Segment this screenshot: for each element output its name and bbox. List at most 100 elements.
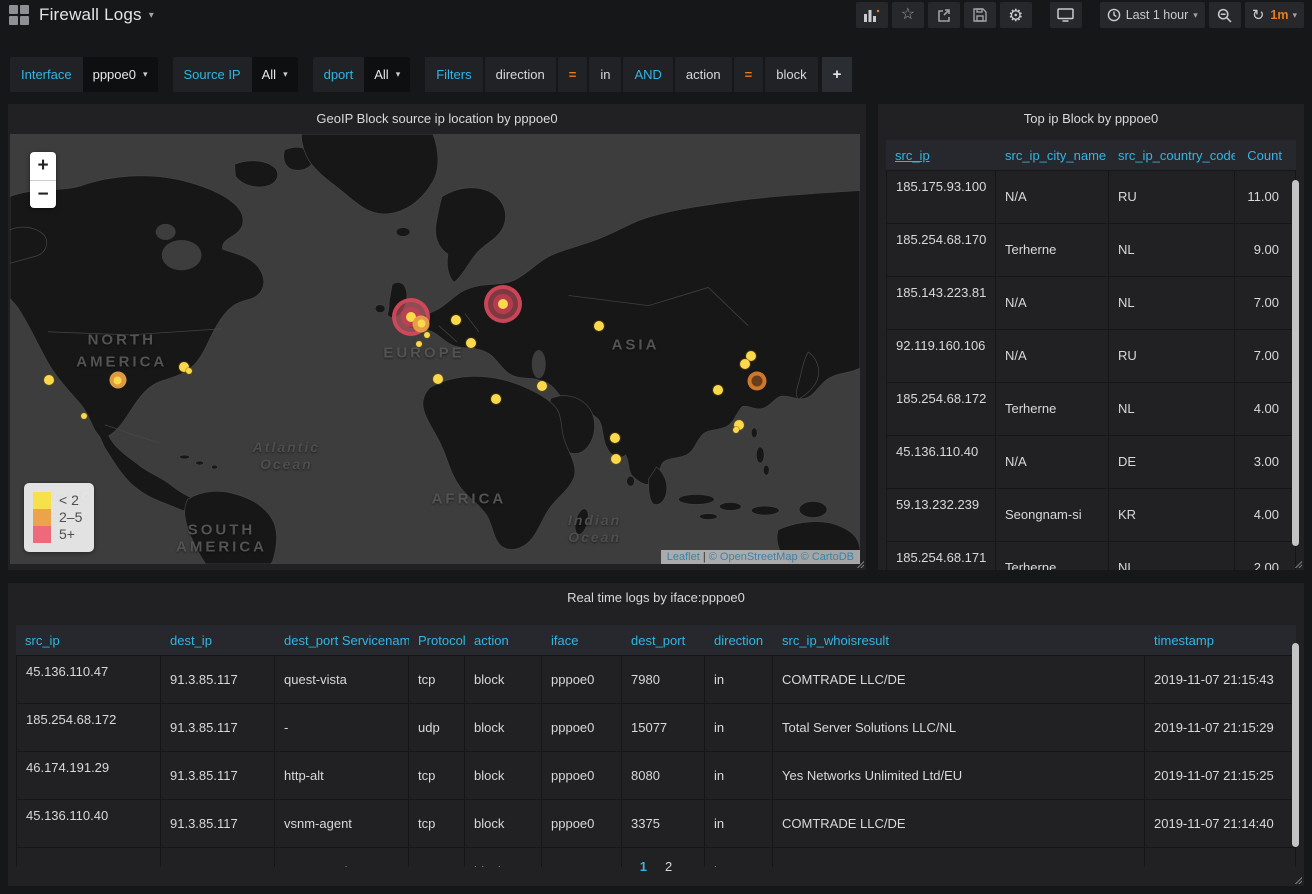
logs-panel-title[interactable]: Real time logs by iface:pppoe0 [8, 583, 1304, 611]
refresh-picker[interactable]: ↻ 1m ▾ [1245, 2, 1304, 28]
map-marker-low[interactable] [594, 321, 604, 331]
table-cell: 9.00 [1235, 224, 1296, 276]
map-panel-title[interactable]: GeoIP Block source ip location by pppoe0 [8, 104, 866, 132]
map-marker-low[interactable] [491, 394, 501, 404]
share-button[interactable] [928, 2, 960, 28]
table-cell: 15077 [622, 704, 705, 751]
dashboard-title-caret-icon[interactable]: ▾ [149, 10, 154, 21]
table-cell: pppoe0 [542, 800, 622, 847]
map-marker-low[interactable] [186, 368, 192, 374]
leaflet-link[interactable]: Leaflet [667, 551, 700, 563]
map-marker-high[interactable] [484, 285, 522, 323]
tv-mode-button[interactable] [1050, 2, 1082, 28]
dport-select[interactable]: All ▾ [364, 57, 410, 92]
filter-token-op[interactable]: = [734, 57, 764, 92]
monitor-icon [1057, 8, 1074, 22]
dashboards-grid-icon[interactable] [9, 5, 29, 25]
column-header[interactable]: src_ip [886, 140, 996, 170]
page-link-1[interactable]: 1 [640, 859, 647, 874]
map-marker-low[interactable] [466, 338, 476, 348]
map-zoom-in-button[interactable]: + [30, 152, 56, 180]
time-range-picker[interactable]: Last 1 hour ▾ [1100, 2, 1205, 28]
column-header[interactable]: dest_port Servicename [275, 625, 409, 655]
column-header[interactable]: src_ip_whoisresult [773, 625, 1145, 655]
map-marker-low[interactable] [713, 385, 723, 395]
table-cell: 7.00 [1235, 330, 1296, 382]
gear-icon: ⚙ [1008, 7, 1023, 24]
legend-row: < 2 [33, 492, 82, 509]
scrollbar-thumb[interactable] [1292, 180, 1299, 546]
column-header[interactable]: src_ip [16, 625, 161, 655]
map-marker-low[interactable] [611, 454, 621, 464]
source-ip-select[interactable]: All ▾ [252, 57, 298, 92]
table-cell: NL [1109, 277, 1235, 329]
map-marker-low[interactable] [610, 433, 620, 443]
map-marker-low[interactable] [81, 413, 87, 419]
filter-token-op[interactable]: = [558, 57, 588, 92]
map-marker-low[interactable] [451, 315, 461, 325]
add-filter-button[interactable]: + [822, 57, 853, 92]
map-marker-low[interactable] [537, 381, 547, 391]
navbar-actions: ☆ ⚙ Last 1 hour ▾ [852, 2, 1304, 28]
filter-token-key[interactable]: direction [485, 57, 556, 92]
map-marker-low[interactable] [733, 427, 739, 433]
map-marker-medium[interactable] [413, 315, 430, 332]
table-cell: RU [1109, 171, 1235, 223]
map-marker-low[interactable] [424, 332, 430, 338]
table-cell: 59.13.232.239 [886, 489, 996, 541]
map-marker-medium[interactable] [748, 372, 767, 391]
column-header[interactable]: action [465, 625, 542, 655]
column-header[interactable]: Count [1235, 140, 1296, 170]
table-cell: 2019-11-07 21:14:40 [1145, 800, 1296, 847]
map-marker-medium[interactable] [109, 372, 126, 389]
column-header[interactable]: timestamp [1145, 625, 1296, 655]
add-panel-button[interactable] [856, 2, 888, 28]
table-cell: pppoe0 [542, 704, 622, 751]
map-marker-low[interactable] [416, 341, 422, 347]
table-cell: 91.3.85.117 [161, 752, 275, 799]
table-cell: 91.3.85.117 [161, 656, 275, 703]
filter-token-cond[interactable]: AND [623, 57, 672, 92]
panel-resize-handle[interactable] [1293, 875, 1302, 884]
column-header[interactable]: dest_ip [161, 625, 275, 655]
interface-select[interactable]: pppoe0 ▾ [83, 57, 158, 92]
table-row: 45.136.110.4791.3.85.117quest-vistatcpbl… [16, 656, 1296, 704]
world-map[interactable]: NORTHAMERICASOUTHAMERICAEUROPEASIAAFRICA… [10, 134, 860, 564]
zoom-out-time-button[interactable] [1209, 2, 1241, 28]
map-marker-low[interactable] [44, 375, 54, 385]
cartodb-link[interactable]: © CartoDB [801, 551, 854, 563]
table-cell: in [705, 752, 773, 799]
panel-resize-handle[interactable] [1293, 559, 1302, 568]
table-cell: Yes Networks Unlimited Ltd/EU [773, 752, 1145, 799]
column-header[interactable]: src_ip_country_code [1109, 140, 1235, 170]
star-button[interactable]: ☆ [892, 2, 924, 28]
table-cell: in [705, 800, 773, 847]
filter-token-key[interactable]: action [675, 57, 732, 92]
map-marker-low[interactable] [740, 359, 750, 369]
column-header[interactable]: direction [705, 625, 773, 655]
top-table-panel-title[interactable]: Top ip Block by pppoe0 [878, 104, 1304, 132]
dashboard-title[interactable]: Firewall Logs [39, 5, 142, 25]
table-cell: tcp [409, 800, 465, 847]
filter-token-value[interactable]: in [589, 57, 621, 92]
page-link-2[interactable]: 2 [665, 859, 672, 874]
legend-label: < 2 [59, 492, 79, 509]
column-header[interactable]: iface [542, 625, 622, 655]
table-cell: 7980 [622, 656, 705, 703]
table-row: 185.254.68.171TerherneNL2.00 [886, 542, 1296, 570]
attribution-separator: | [700, 551, 709, 563]
map-zoom-out-button[interactable]: − [30, 180, 56, 208]
table-cell: Seongnam-si [996, 489, 1109, 541]
scrollbar-thumb[interactable] [1292, 643, 1299, 847]
save-button[interactable] [964, 2, 996, 28]
refresh-caret-icon: ▾ [1292, 10, 1297, 21]
table-cell: 185.254.68.171 [886, 542, 996, 570]
map-marker-low[interactable] [433, 374, 443, 384]
openstreetmap-link[interactable]: © OpenStreetMap [709, 551, 798, 563]
filter-token-value[interactable]: block [765, 57, 817, 92]
template-variables-row: Interface pppoe0 ▾ Source IP All ▾ dport… [10, 57, 854, 92]
settings-button[interactable]: ⚙ [1000, 2, 1032, 28]
column-header[interactable]: Protocol [409, 625, 465, 655]
column-header[interactable]: src_ip_city_name [996, 140, 1109, 170]
column-header[interactable]: dest_port [622, 625, 705, 655]
